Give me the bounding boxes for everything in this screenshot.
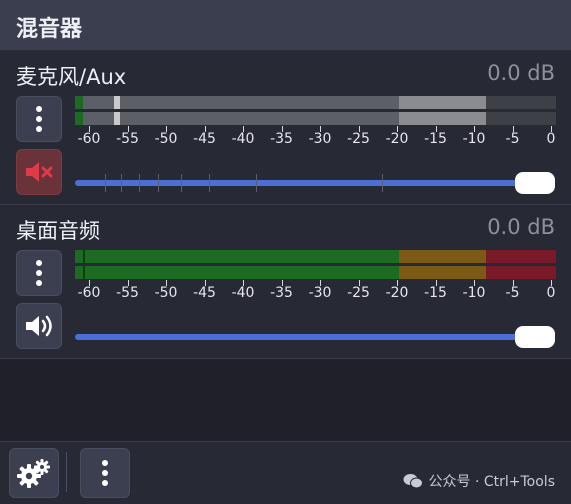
scale-label: -40 <box>231 131 255 147</box>
meter-scale: -60 -55 -50 -45 -40 -35 -30 -25 -20 -15 -10 -5 0 <box>75 280 556 310</box>
vertical-dots-icon <box>102 460 108 486</box>
scale-label: -25 <box>347 131 370 147</box>
meter-bar-left <box>75 250 556 263</box>
speaker-volume-icon <box>26 315 52 337</box>
channel-mic-aux: 麦克风/Aux 0.0 dB -60 -55 -50 -45 -40 -35 -30 -25-… <box>0 51 571 205</box>
scale-label: 0 <box>546 285 556 301</box>
channel-name: 桌面音频 <box>16 219 100 243</box>
slider-thumb[interactable] <box>515 172 555 194</box>
scale-label: -10 <box>462 285 486 301</box>
watermark: 公众号 · Ctrl+Tools <box>403 471 555 491</box>
wechat-icon <box>403 474 423 489</box>
volume-slider[interactable] <box>75 325 556 349</box>
mixer-footer: 公众号 · Ctrl+Tools <box>0 441 571 504</box>
scale-label: -45 <box>193 285 216 301</box>
channel-menu-button[interactable] <box>16 96 62 142</box>
scale-label: 0 <box>546 131 556 147</box>
scale-label: -20 <box>385 285 409 301</box>
footer-divider <box>66 452 67 492</box>
scale-label: -40 <box>231 285 255 301</box>
meter-scale: -60 -55 -50 -45 -40 -35 -30 -25 -20 -15 -10 -5 0 <box>75 126 556 156</box>
meter-bar-right <box>75 112 556 125</box>
gears-icon <box>17 459 50 488</box>
vertical-dots-icon <box>36 260 42 286</box>
scale-label: -30 <box>308 131 332 147</box>
channel-level: 0.0 dB <box>487 61 555 85</box>
slider-thumb[interactable] <box>515 326 555 348</box>
meter-bar-right <box>75 266 556 279</box>
scale-label: -20 <box>385 131 409 147</box>
scale-label: -15 <box>424 285 447 301</box>
scale-label: -35 <box>270 285 293 301</box>
scale-label: -30 <box>308 285 332 301</box>
volume-meter <box>75 250 556 280</box>
mixer-header: 混音器 <box>0 0 571 51</box>
volume-meter <box>75 96 556 126</box>
scale-label: -60 <box>77 285 101 301</box>
scale-label: -55 <box>116 285 139 301</box>
slider-track <box>75 334 535 340</box>
scale-label: -50 <box>154 131 178 147</box>
scale-label: -5 <box>505 285 520 301</box>
scale-label: -50 <box>154 285 178 301</box>
scale-label: -25 <box>347 285 370 301</box>
scale-label: -15 <box>424 131 447 147</box>
slider-track <box>75 180 535 186</box>
watermark-text: 公众号 · Ctrl+Tools <box>428 474 555 490</box>
scale-label: -45 <box>193 131 216 147</box>
scale-label: -35 <box>270 131 293 147</box>
mute-toggle-button[interactable] <box>16 149 62 195</box>
speaker-muted-icon <box>26 162 53 182</box>
channel-level: 0.0 dB <box>487 215 555 239</box>
scale-label: -10 <box>462 131 486 147</box>
scale-label: -60 <box>77 131 101 147</box>
channel-menu-button[interactable] <box>16 250 62 296</box>
volume-slider[interactable] <box>75 171 556 195</box>
settings-button[interactable] <box>9 448 59 498</box>
scale-label: -55 <box>116 131 139 147</box>
vertical-dots-icon <box>36 106 42 132</box>
meter-bar-left <box>75 96 556 109</box>
mixer-menu-button[interactable] <box>80 448 130 498</box>
channel-desktop-audio: 桌面音频 0.0 dB -60 -55 -50 -45 -40 -35 -30 -25 -20-… <box>0 205 571 359</box>
channel-name: 麦克风/Aux <box>16 65 127 89</box>
mute-toggle-button[interactable] <box>16 303 62 349</box>
mixer-title: 混音器 <box>16 17 83 42</box>
scale-label: -5 <box>505 131 520 147</box>
